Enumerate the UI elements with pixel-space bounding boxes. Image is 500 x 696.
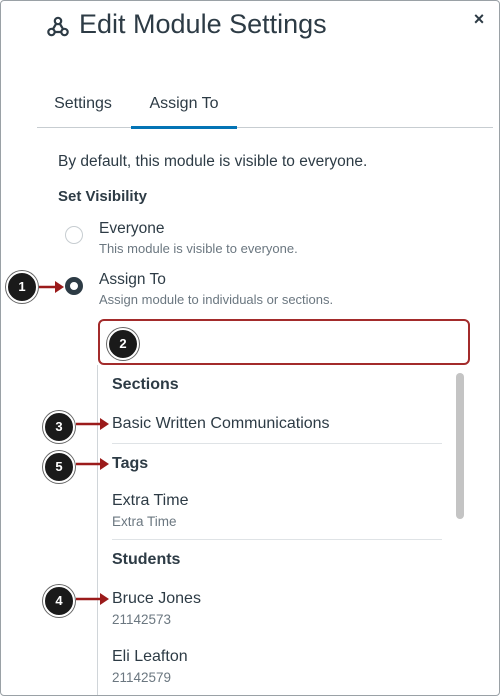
callout-badge-3: 3 <box>43 411 75 443</box>
dialog-title: Edit Module Settings <box>79 9 327 39</box>
tab-list: Settings Assign To <box>37 83 493 129</box>
tab-settings[interactable]: Settings <box>37 83 129 127</box>
callout-arrow <box>39 281 64 293</box>
edit-module-settings-dialog: Edit Module Settings × Settings Assign T… <box>0 0 500 696</box>
callout-arrow <box>76 593 109 605</box>
dialog-header: Edit Module Settings × <box>1 1 499 61</box>
assign-options-dropdown: Sections Basic Written Communications Ta… <box>97 365 470 695</box>
section-option[interactable]: Basic Written Communications <box>112 415 330 433</box>
callout-arrow <box>76 418 109 430</box>
default-visibility-note: By default, this module is visible to ev… <box>58 153 368 170</box>
assign-to-radio[interactable] <box>65 277 83 295</box>
callout-arrow <box>76 458 109 470</box>
tags-group-header: Tags <box>112 455 149 472</box>
everyone-radio[interactable] <box>65 226 83 244</box>
divider <box>112 443 442 444</box>
callout-badge-5: 5 <box>43 451 75 483</box>
students-group-header: Students <box>112 551 181 568</box>
callout-badge-2: 2 <box>107 328 139 360</box>
everyone-option-label[interactable]: Everyone <box>99 220 164 238</box>
set-visibility-heading: Set Visibility <box>58 188 147 205</box>
assign-search-box[interactable] <box>98 319 470 365</box>
close-icon[interactable]: × <box>465 7 493 31</box>
tag-option-subtitle: Extra Time <box>112 514 177 529</box>
dropdown-scrollbar[interactable] <box>456 373 464 519</box>
sections-group-header: Sections <box>112 376 179 393</box>
callout-badge-4: 4 <box>43 585 75 617</box>
assign-search-input[interactable] <box>110 327 464 359</box>
tag-option-title[interactable]: Extra Time <box>112 492 188 510</box>
student-option-id: 21142579 <box>112 670 172 685</box>
everyone-option-description: This module is visible to everyone. <box>99 241 298 256</box>
tab-assign-to[interactable]: Assign To <box>131 83 237 129</box>
student-option-id: 21142573 <box>112 612 172 627</box>
student-option-name[interactable]: Bruce Jones <box>112 590 201 608</box>
callout-badge-1: 1 <box>6 271 38 303</box>
assign-to-option-description: Assign module to individuals or sections… <box>99 292 334 307</box>
module-icon <box>47 16 69 37</box>
student-option-name[interactable]: Eli Leafton <box>112 648 188 666</box>
divider <box>112 539 442 540</box>
assign-to-option-label[interactable]: Assign To <box>99 271 166 289</box>
